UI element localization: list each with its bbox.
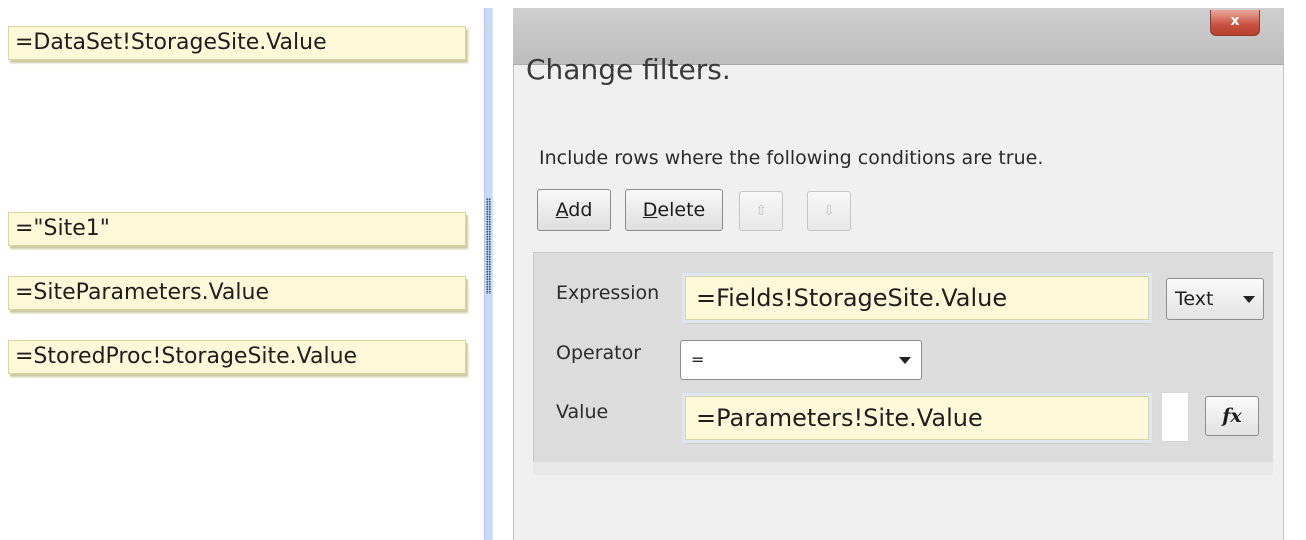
add-label-rest: dd xyxy=(568,199,593,221)
delete-label-rest: elete xyxy=(657,199,706,221)
arrow-up-icon: ⇧ xyxy=(755,203,767,219)
condition-panel-footer xyxy=(533,462,1273,475)
arrow-down-icon: ⇩ xyxy=(823,203,835,219)
chevron-down-icon xyxy=(1243,296,1255,303)
chevron-down-icon xyxy=(899,357,911,364)
filter-dialog: x Change filters. Include rows where the… xyxy=(513,0,1306,540)
add-accelerator: A xyxy=(555,199,569,221)
type-dropdown[interactable]: Text xyxy=(1166,278,1264,320)
operator-dropdown[interactable]: = xyxy=(680,340,922,380)
operator-dropdown-value: = xyxy=(691,350,705,369)
operator-label: Operator xyxy=(556,342,642,364)
answer-tile-site1[interactable]: ="Site1" xyxy=(8,212,466,246)
instruction-text: Include rows where the following conditi… xyxy=(539,147,1044,169)
add-button[interactable]: Add xyxy=(537,189,611,231)
expression-field[interactable]: =Fields!StorageSite.Value xyxy=(685,276,1149,320)
value-field-gap xyxy=(1161,392,1189,442)
dialog-heading: Change filters. xyxy=(526,53,731,86)
expression-builder-button[interactable]: fx xyxy=(1205,396,1259,436)
move-up-button[interactable]: ⇧ xyxy=(739,191,783,231)
expression-label: Expression xyxy=(556,282,660,304)
close-button[interactable]: x xyxy=(1210,10,1260,36)
delete-button[interactable]: Delete xyxy=(625,189,723,231)
value-field[interactable]: =Parameters!Site.Value xyxy=(685,396,1149,440)
dialog-outer-edge xyxy=(1284,0,1304,540)
move-down-button[interactable]: ⇩ xyxy=(807,191,851,231)
type-dropdown-value: Text xyxy=(1175,288,1214,310)
answer-tile-siteparameters[interactable]: =SiteParameters.Value xyxy=(8,276,466,310)
value-label: Value xyxy=(556,401,609,423)
splitter-grip-icon[interactable] xyxy=(486,198,491,294)
answer-tile-dataset[interactable]: =DataSet!StorageSite.Value xyxy=(8,26,466,60)
answer-tile-storedproc[interactable]: =StoredProc!StorageSite.Value xyxy=(8,340,466,374)
delete-accelerator: D xyxy=(642,199,658,221)
